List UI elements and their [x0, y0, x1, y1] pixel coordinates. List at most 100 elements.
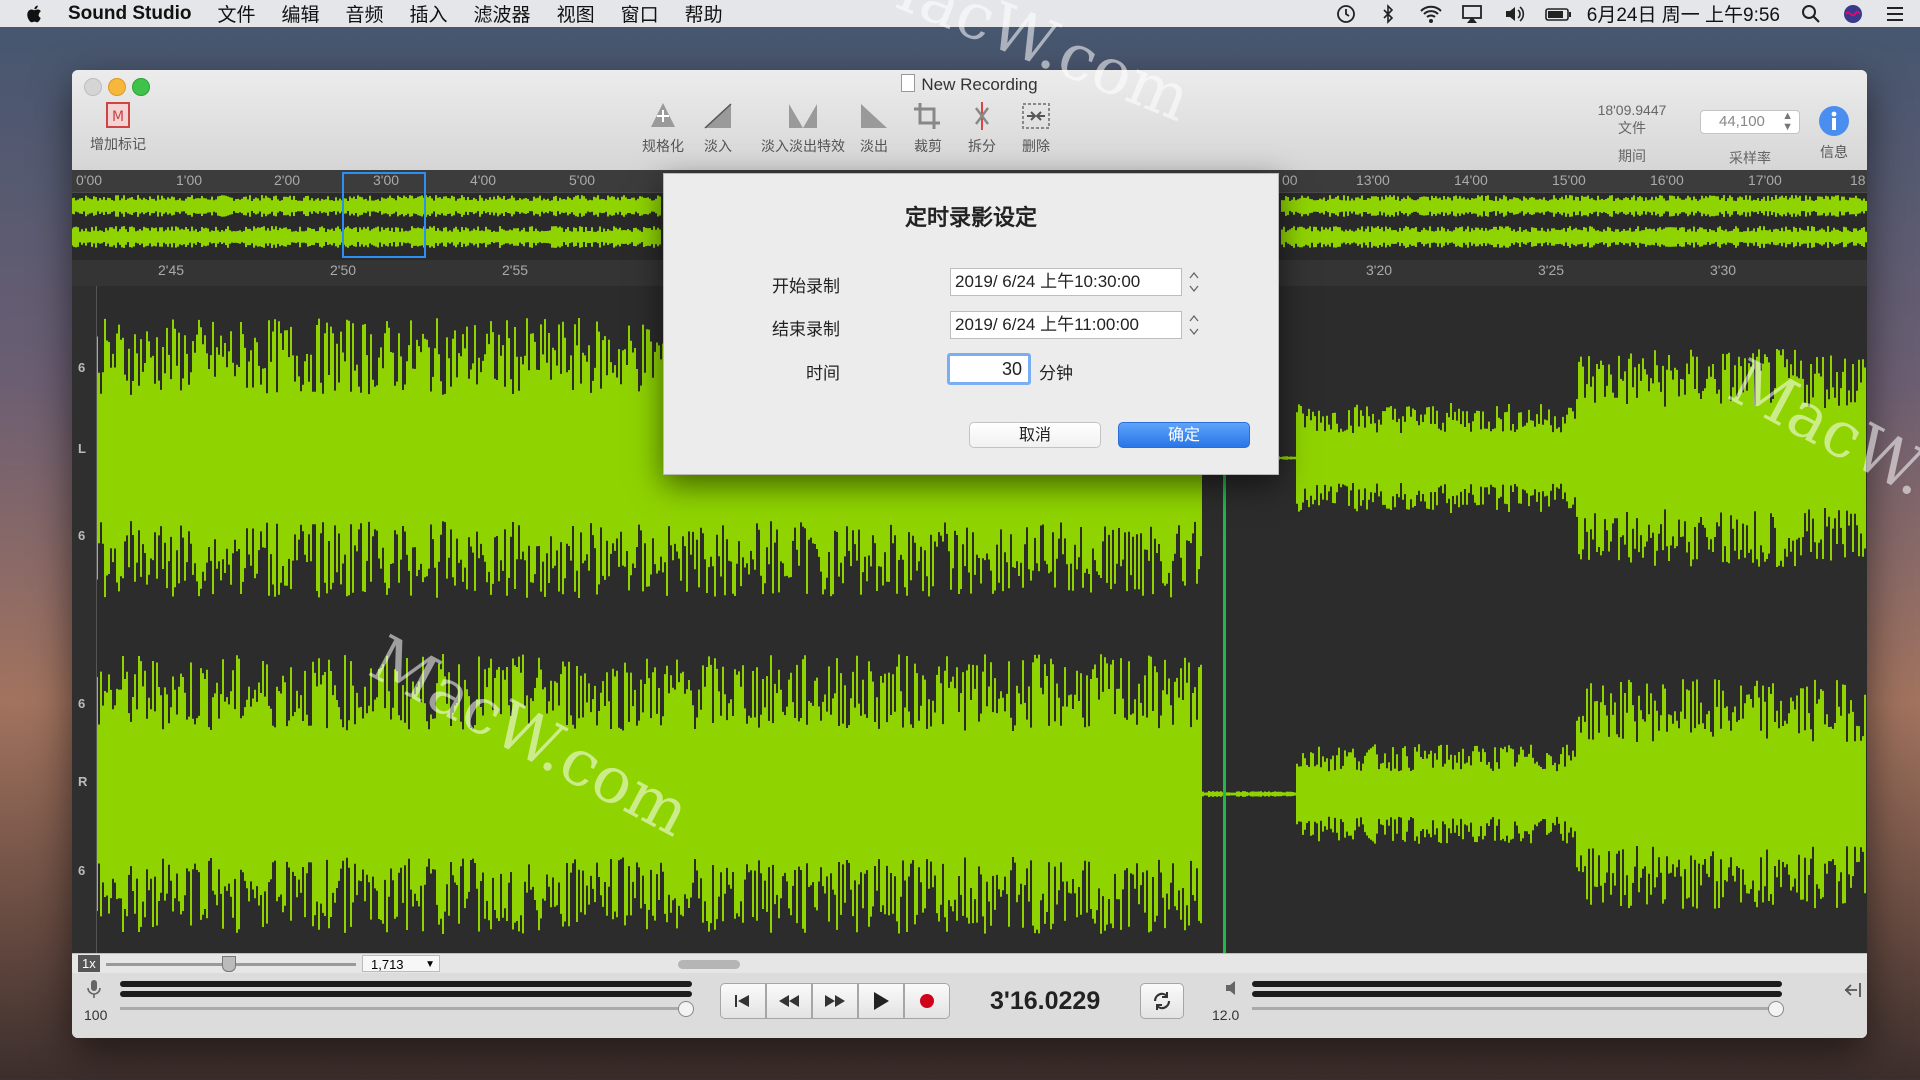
play-button[interactable]	[858, 983, 904, 1019]
overview-tick: 18	[1850, 172, 1866, 188]
apple-icon[interactable]	[24, 3, 46, 25]
stepper-icon: ▲ ▼	[1782, 110, 1793, 133]
split-icon	[975, 102, 989, 130]
end-recording-stepper[interactable]	[1188, 311, 1200, 339]
menu-help[interactable]: 帮助	[685, 0, 723, 27]
chevron-down-icon: ▼	[425, 959, 435, 970]
output-level-value: 12.0	[1212, 1007, 1240, 1023]
overview-tick: 13'00	[1356, 172, 1390, 188]
time-machine-icon[interactable]	[1335, 3, 1357, 25]
fade-in-button[interactable]: 淡入	[686, 100, 750, 156]
volume-icon[interactable]	[1503, 3, 1525, 25]
overview-selection[interactable]	[342, 172, 426, 258]
end-recording-field[interactable]: 2019/ 6/24 上午11:00:00	[950, 311, 1182, 339]
zoom-scroll-row: 1x 1,713 ▼	[72, 953, 1867, 974]
start-recording-field[interactable]: 2019/ 6/24 上午10:30:00	[950, 268, 1182, 296]
fade-in-icon	[704, 103, 732, 129]
duration-minutes-input[interactable]: 30	[947, 353, 1031, 385]
delete-button[interactable]: 删除	[1004, 100, 1068, 156]
airplay-icon[interactable]	[1461, 3, 1483, 25]
notification-center-icon[interactable]	[1884, 3, 1906, 25]
input-meter-right	[120, 991, 692, 997]
detail-tick: 3'30	[1710, 262, 1737, 278]
fast-forward-icon	[825, 995, 845, 1007]
zoom-label: 1x	[78, 955, 100, 972]
rewind-button[interactable]	[766, 983, 812, 1019]
record-button[interactable]	[904, 983, 950, 1019]
duration-info: 18'09.9447 文件 期间	[1582, 102, 1682, 166]
output-meter-right	[1252, 991, 1782, 997]
go-to-start-button[interactable]	[720, 983, 766, 1019]
menu-audio[interactable]: 音频	[346, 0, 384, 27]
overview-tick: 00	[1282, 172, 1298, 188]
input-gain-slider[interactable]	[120, 1007, 692, 1010]
window-toolbar: New Recording M 增加标记 规格化 淡入 淡入淡出特效 淡出 裁剪	[72, 70, 1867, 171]
fade-out-icon	[861, 104, 887, 128]
overview-tick: 0'00	[76, 172, 103, 188]
stepper-icon	[1189, 314, 1199, 336]
start-recording-stepper[interactable]	[1188, 268, 1200, 296]
menu-view[interactable]: 视图	[557, 0, 595, 27]
collapse-icon[interactable]	[1842, 981, 1862, 1004]
crop-icon	[914, 103, 940, 129]
end-recording-label: 结束录制	[772, 320, 840, 339]
spotlight-search-icon[interactable]	[1800, 3, 1822, 25]
right-channel-scale: 6	[78, 863, 86, 878]
info-label: 信息	[1820, 144, 1848, 160]
left-channel-scale: 6	[78, 360, 86, 375]
wifi-icon[interactable]	[1419, 3, 1442, 25]
split-label: 拆分	[968, 138, 996, 154]
ok-button[interactable]: 确定	[1118, 422, 1250, 448]
microphone-icon	[86, 979, 102, 1004]
overview-tick: 17'00	[1748, 172, 1782, 188]
input-gain-knob[interactable]	[678, 1001, 694, 1017]
output-volume-knob[interactable]	[1768, 1001, 1784, 1017]
left-channel-label: L	[78, 441, 86, 456]
track-label-gutter	[72, 286, 97, 953]
zoom-value-select[interactable]: 1,713 ▼	[362, 955, 440, 972]
svg-text:M: M	[112, 109, 124, 125]
menu-insert[interactable]: 插入	[410, 0, 448, 27]
crop-label: 裁剪	[914, 138, 942, 154]
info-button[interactable]: 信息	[1804, 104, 1864, 162]
normalize-label: 规格化	[642, 138, 684, 154]
overview-tick: 1'00	[176, 172, 203, 188]
delete-label: 删除	[1022, 138, 1050, 154]
dialog-title: 定时录影设定	[904, 205, 1037, 230]
overview-tick: 15'00	[1552, 172, 1586, 188]
crossfade-button[interactable]: 淡入淡出特效	[758, 100, 848, 156]
loop-button[interactable]	[1140, 983, 1184, 1019]
duration-label: 时间	[806, 364, 840, 383]
scheduled-recording-dialog: 定时录影设定 开始录制 2019/ 6/24 上午10:30:00 结束录制 2…	[663, 173, 1279, 475]
output-volume-slider[interactable]	[1252, 1007, 1782, 1010]
overview-tick: 5'00	[569, 172, 596, 188]
add-marker-button[interactable]: M 增加标记	[78, 100, 158, 154]
transport-bar: 100 3'16.0229 12.0	[72, 973, 1867, 1038]
file-duration: 18'09.9447	[1597, 102, 1667, 118]
menu-filter[interactable]: 滤波器	[474, 0, 531, 27]
bluetooth-icon[interactable]	[1377, 3, 1399, 25]
left-channel-scale: 6	[78, 528, 86, 543]
stepper-icon	[1189, 271, 1199, 293]
siri-icon[interactable]	[1842, 3, 1864, 25]
app-menu[interactable]: Sound Studio	[68, 3, 191, 25]
fade-in-label: 淡入	[704, 138, 732, 154]
sample-rate-select[interactable]: 44,100 ▲ ▼	[1700, 110, 1800, 134]
zoom-slider-knob[interactable]	[222, 956, 236, 972]
loop-icon	[1153, 992, 1171, 1010]
horizontal-scrollbar-thumb[interactable]	[678, 960, 740, 969]
menubar-clock[interactable]: 6月24日 周一 上午9:56	[1587, 0, 1780, 27]
delete-icon	[1022, 103, 1050, 129]
menu-file[interactable]: 文件	[217, 0, 255, 27]
fast-forward-button[interactable]	[812, 983, 858, 1019]
cancel-button[interactable]: 取消	[969, 422, 1101, 448]
time-display: 3'16.0229	[990, 987, 1101, 1015]
sample-rate-value: 44,100	[1719, 113, 1765, 130]
battery-icon[interactable]	[1544, 3, 1571, 25]
detail-tick: 2'45	[158, 262, 185, 278]
detail-tick: 3'20	[1366, 262, 1393, 278]
menu-edit[interactable]: 编辑	[282, 0, 320, 27]
file-label: 文件	[1618, 120, 1646, 136]
menu-window[interactable]: 窗口	[621, 0, 659, 27]
speaker-icon	[1224, 979, 1242, 1002]
